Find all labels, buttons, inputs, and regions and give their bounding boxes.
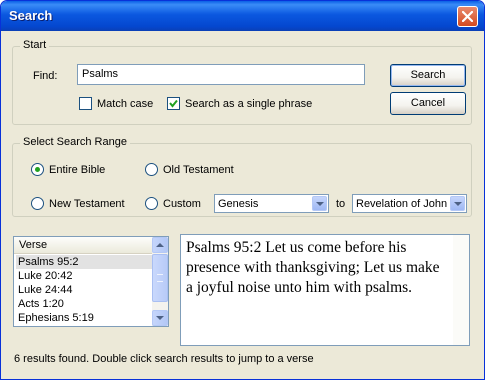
- single-phrase-label[interactable]: Search as a single phrase: [185, 98, 312, 110]
- list-item[interactable]: Luke 20:42: [16, 269, 152, 283]
- match-case-checkbox[interactable]: [79, 97, 92, 110]
- entire-bible-label[interactable]: Entire Bible: [49, 164, 105, 176]
- find-label: Find:: [33, 70, 58, 82]
- checkmark-icon: [169, 99, 178, 108]
- search-dialog: Search Start Find: Psalms Match case Sea…: [0, 0, 485, 380]
- close-button[interactable]: [457, 6, 478, 27]
- cancel-button[interactable]: Cancel: [390, 92, 466, 115]
- results-scrollbar[interactable]: [152, 237, 168, 326]
- status-text: 6 results found. Double click search res…: [14, 353, 314, 365]
- verse-text: Psalms 95:2 Let us come before his prese…: [186, 239, 440, 296]
- chevron-down-icon[interactable]: [450, 196, 465, 211]
- chevron-down-icon[interactable]: [312, 196, 327, 211]
- single-phrase-checkbox[interactable]: [167, 97, 180, 110]
- start-group-label: Start: [20, 39, 50, 51]
- verse-column-header[interactable]: Verse: [14, 237, 152, 254]
- to-label: to: [336, 198, 346, 210]
- to-book-value: Revelation of John: [356, 198, 448, 210]
- title-bar[interactable]: Search: [1, 1, 484, 31]
- search-button[interactable]: Search: [390, 64, 466, 87]
- results-list[interactable]: Verse Psalms 95:2 Luke 20:42 Luke 24:44 …: [13, 236, 169, 327]
- list-item[interactable]: Ephesians 5:19: [16, 311, 152, 325]
- list-item[interactable]: Psalms 95:2: [16, 255, 152, 269]
- dialog-body: Start Find: Psalms Match case Search as …: [4, 31, 481, 377]
- list-item[interactable]: Acts 1:20: [16, 297, 152, 311]
- search-range-label: Select Search Range: [20, 136, 130, 148]
- new-testament-label[interactable]: New Testament: [49, 198, 125, 210]
- scroll-up-button[interactable]: [152, 237, 168, 253]
- list-item[interactable]: Luke 24:44: [16, 283, 152, 297]
- close-icon: [462, 11, 473, 22]
- from-book-select[interactable]: Genesis: [214, 194, 329, 213]
- from-book-value: Genesis: [218, 198, 259, 210]
- new-testament-radio[interactable]: [31, 197, 44, 210]
- scroll-thumb[interactable]: [152, 254, 168, 302]
- scroll-down-button[interactable]: [152, 310, 168, 326]
- to-book-select[interactable]: Revelation of John: [352, 194, 467, 213]
- window-title: Search: [9, 8, 53, 23]
- old-testament-label[interactable]: Old Testament: [163, 164, 234, 176]
- verse-preview[interactable]: Psalms 95:2 Let us come before his prese…: [180, 234, 470, 346]
- preview-scrollbar[interactable]: [453, 235, 469, 345]
- match-case-label[interactable]: Match case: [97, 98, 153, 110]
- old-testament-radio[interactable]: [145, 163, 158, 176]
- custom-radio[interactable]: [145, 197, 158, 210]
- entire-bible-radio[interactable]: [31, 163, 44, 176]
- find-input[interactable]: Psalms: [77, 64, 365, 85]
- custom-label[interactable]: Custom: [163, 198, 201, 210]
